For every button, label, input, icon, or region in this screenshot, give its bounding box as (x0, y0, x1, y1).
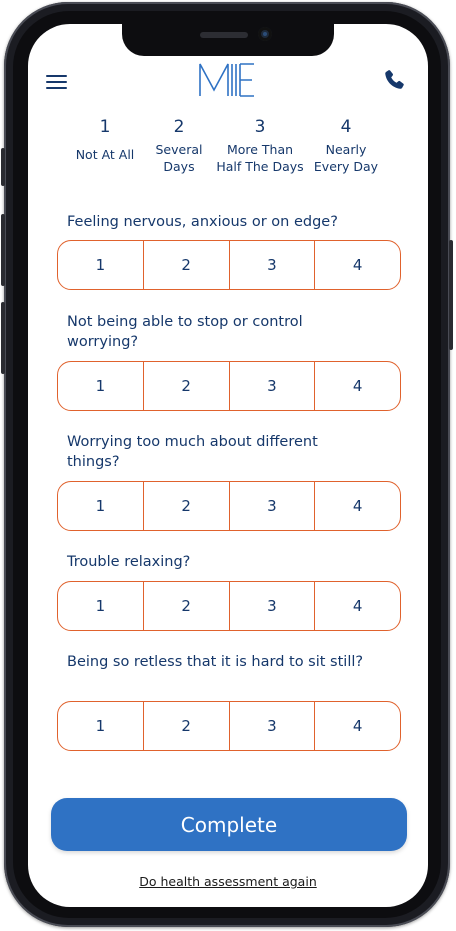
question-5: Being so retless that it is hard to sit … (67, 654, 364, 670)
question-1: Feeling nervous, anxious or on edge? (67, 214, 338, 230)
complete-button[interactable]: Complete (51, 798, 407, 851)
answer-options-3: 1 2 3 4 (57, 481, 401, 531)
option-button[interactable]: 4 (315, 702, 400, 750)
scale-label: Half The Days (216, 159, 304, 174)
scale-label: Days (163, 159, 195, 174)
option-button[interactable]: 2 (144, 362, 230, 410)
option-button[interactable]: 2 (144, 582, 230, 630)
scale-number: 4 (340, 117, 352, 137)
scale-label: Not At All (75, 147, 135, 162)
hamburger-menu-icon[interactable] (46, 75, 67, 89)
scale-number: 3 (254, 117, 266, 137)
me-logo (199, 63, 254, 97)
notch (122, 24, 334, 56)
option-button[interactable]: 2 (144, 482, 230, 530)
option-button[interactable]: 1 (58, 482, 144, 530)
option-button[interactable]: 1 (58, 582, 144, 630)
scale-number: 1 (99, 117, 111, 137)
option-button[interactable]: 2 (144, 702, 230, 750)
scale-label: More Than (226, 142, 294, 157)
question-4: Trouble relaxing? (67, 554, 191, 570)
redo-assessment-link[interactable]: Do health assessment again (28, 874, 428, 889)
screen: 1 Not At All 2 Several Days 3 More Than … (28, 24, 428, 907)
answer-options-1: 1 2 3 4 (57, 240, 401, 290)
option-button[interactable]: 3 (230, 362, 316, 410)
question-2: Not being able to stop or control worryi… (67, 314, 303, 350)
scale-label: Every Day (313, 159, 379, 174)
option-button[interactable]: 1 (58, 362, 144, 410)
option-button[interactable]: 4 (315, 241, 400, 289)
power-button (449, 240, 453, 350)
question-3: Worrying too much about different things… (67, 434, 318, 470)
volume-down-button (1, 302, 5, 374)
option-button[interactable]: 3 (230, 482, 316, 530)
front-camera (258, 27, 272, 41)
answer-options-5: 1 2 3 4 (57, 701, 401, 751)
option-button[interactable]: 1 (58, 241, 144, 289)
scale-label: Several (155, 142, 203, 157)
option-button[interactable]: 1 (58, 702, 144, 750)
option-button[interactable]: 3 (230, 241, 316, 289)
option-button[interactable]: 3 (230, 702, 316, 750)
option-button[interactable]: 4 (315, 482, 400, 530)
scale-item-4: 4 Nearly Every Day (312, 116, 380, 175)
scale-item-3: 3 More Than Half The Days (214, 116, 306, 175)
answer-options-2: 1 2 3 4 (57, 361, 401, 411)
scale-item-1: 1 Not At All (72, 116, 138, 163)
scale-label: Nearly (325, 142, 367, 157)
scale-number: 2 (173, 117, 185, 137)
option-button[interactable]: 3 (230, 582, 316, 630)
option-button[interactable]: 2 (144, 241, 230, 289)
option-button[interactable]: 4 (315, 582, 400, 630)
answer-options-4: 1 2 3 4 (57, 581, 401, 631)
volume-up-button (1, 214, 5, 286)
mute-switch (1, 148, 5, 186)
speaker-grille (200, 32, 248, 38)
phone-icon[interactable] (382, 68, 406, 92)
option-button[interactable]: 4 (315, 362, 400, 410)
scale-item-2: 2 Several Days (149, 116, 209, 175)
